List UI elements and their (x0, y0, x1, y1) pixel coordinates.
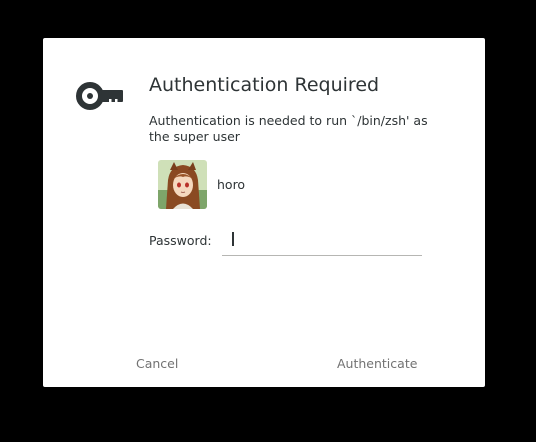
key-icon (76, 82, 123, 110)
text-caret (232, 232, 234, 246)
password-input[interactable] (222, 226, 422, 256)
dialog-message: Authentication is needed to run `/bin/zs… (149, 113, 428, 144)
username-label: horo (217, 177, 246, 192)
auth-dialog: Authentication Required Authentication i… (43, 38, 485, 387)
dialog-title: Authentication Required (149, 74, 380, 96)
password-label: Password: (149, 233, 212, 248)
cancel-button[interactable]: Cancel (136, 356, 178, 371)
authenticate-button[interactable]: Authenticate (337, 356, 417, 371)
user-avatar (158, 160, 207, 209)
